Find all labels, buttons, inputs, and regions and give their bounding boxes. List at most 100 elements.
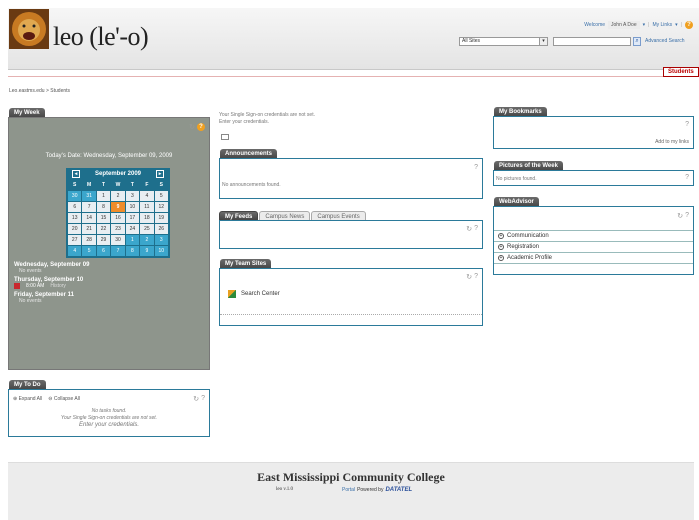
divider: | (648, 22, 650, 28)
advanced-search-link[interactable]: Advanced Search (645, 38, 684, 44)
calendar-day[interactable]: 11 (140, 202, 154, 212)
calendar-day[interactable]: 2 (140, 235, 154, 245)
class-event-icon (14, 283, 20, 289)
calendar-day[interactable]: 29 (96, 235, 111, 245)
help-icon[interactable]: ? (474, 273, 478, 281)
datatel-logo: DATATEL (385, 487, 413, 493)
webadvisor-item-academic-profile[interactable]: + Academic Profile (494, 253, 693, 264)
refresh-icon[interactable]: ↻ (189, 123, 195, 131)
calendar-day[interactable]: 30 (111, 235, 125, 245)
calendar-day[interactable]: 15 (96, 213, 111, 223)
today-date: Today's Date: Wednesday, September 09, 2… (45, 153, 173, 159)
calendar-day[interactable]: 10 (125, 202, 140, 212)
collapse-all-button[interactable]: ⊖ Collapse All (48, 396, 80, 402)
calendar-day[interactable]: 16 (111, 213, 125, 223)
calendar-day[interactable]: 4 (68, 246, 82, 256)
help-icon[interactable]: ? (474, 225, 478, 233)
refresh-icon[interactable]: ↻ (677, 212, 683, 220)
help-icon[interactable]: ? (685, 121, 689, 128)
calendar-day[interactable]: 9 (140, 246, 154, 256)
calendar-day[interactable]: 5 (154, 191, 168, 201)
calendar-day[interactable]: 18 (140, 213, 154, 223)
webadvisor-item-communication[interactable]: + Communication (494, 231, 693, 242)
calendar-day[interactable]: 25 (140, 224, 154, 234)
help-icon[interactable]: ? (685, 212, 689, 220)
refresh-icon[interactable]: ↻ (466, 225, 472, 233)
calendar-day[interactable]: 24 (125, 224, 140, 234)
help-icon[interactable]: ? (197, 123, 205, 131)
events-list: Wednesday, September 09 No events Thursd… (14, 261, 89, 307)
add-to-links[interactable]: Add to my links (655, 139, 689, 145)
calendar-day[interactable]: 20 (68, 224, 82, 234)
expand-icon[interactable]: + (498, 255, 504, 261)
search-icon[interactable]: ⌕ (633, 37, 641, 46)
user-menu-arrow-icon[interactable]: ▾ (643, 22, 646, 28)
event-name[interactable]: History (50, 283, 66, 289)
my-todo-portlet: ⊕ Expand All ⊖ Collapse All ↻ ? No tasks… (8, 389, 210, 437)
next-month-icon[interactable]: ▸ (156, 170, 164, 178)
user-name-menu[interactable]: John A Doe (608, 21, 640, 29)
calendar-day[interactable]: 17 (125, 213, 140, 223)
calendar-day[interactable]: 19 (154, 213, 168, 223)
refresh-icon[interactable]: ↻ (466, 273, 472, 281)
calendar-day[interactable]: 31 (82, 191, 96, 201)
help-icon[interactable]: ? (201, 395, 205, 403)
expand-all-button[interactable]: ⊕ Expand All (13, 396, 42, 402)
help-icon[interactable]: ? (685, 21, 693, 29)
calendar-day[interactable]: 23 (111, 224, 125, 234)
help-icon[interactable]: ? (474, 164, 478, 171)
calendar-day[interactable]: 30 (68, 191, 82, 201)
calendar-day[interactable]: 9 (111, 202, 125, 212)
calendar-day[interactable]: 7 (111, 246, 125, 256)
calendar-day[interactable]: 2 (111, 191, 125, 201)
my-links-menu[interactable]: My Links (652, 22, 672, 28)
my-links-arrow-icon[interactable]: ▾ (675, 22, 678, 28)
calendar-day[interactable]: 1 (96, 191, 111, 201)
enter-credentials-link[interactable]: Enter your credentials. (219, 119, 315, 126)
calendar-day[interactable]: 4 (140, 191, 154, 201)
portlet-controls: ↻ ? (466, 225, 478, 233)
lion-logo-icon (9, 9, 49, 49)
calendar-day[interactable]: 8 (96, 202, 111, 212)
calendar-day[interactable]: 8 (125, 246, 140, 256)
calendar-day[interactable]: 28 (82, 235, 96, 245)
calendar-day[interactable]: 5 (82, 246, 96, 256)
refresh-icon[interactable]: ↻ (193, 395, 199, 403)
breadcrumb[interactable]: Leo.eastms.edu > Students (9, 88, 70, 94)
no-events: No events (19, 268, 42, 274)
help-icon[interactable]: ? (685, 174, 689, 181)
expand-all-label: Expand All (18, 396, 43, 402)
expand-icon[interactable]: + (498, 244, 504, 250)
calendar-day[interactable]: 6 (68, 202, 82, 212)
site-footer: East Mississippi Community College leo v… (8, 462, 694, 520)
portal-label: Portal (342, 487, 356, 493)
calendar-day[interactable]: 13 (68, 213, 82, 223)
sites-select[interactable]: All Sites ▾ (459, 37, 548, 46)
calendar-day[interactable]: 12 (154, 202, 168, 212)
sites-select-value: All Sites (462, 38, 481, 44)
calendar-day[interactable]: 7 (82, 202, 96, 212)
calendar-day[interactable]: 3 (154, 235, 168, 245)
prev-month-icon[interactable]: ◂ (72, 170, 80, 178)
tab-students[interactable]: Students (663, 67, 699, 77)
no-pictures: No pictures found. (496, 176, 537, 182)
search-input[interactable] (553, 37, 631, 46)
portlet-controls: ? (474, 164, 478, 171)
calendar-day[interactable]: 27 (68, 235, 82, 245)
calendar-day[interactable]: 6 (96, 246, 111, 256)
webadvisor-item-registration[interactable]: + Registration (494, 242, 693, 253)
event-item[interactable]: 8:00 AM History (14, 283, 89, 289)
calendar-day[interactable]: 21 (82, 224, 96, 234)
mail-icon[interactable] (221, 134, 229, 140)
enter-credentials-link[interactable]: Enter your credentials. (9, 422, 209, 429)
calendar-dow: M (82, 180, 96, 190)
calendar-day[interactable]: 10 (154, 246, 168, 256)
calendar-day[interactable]: 26 (154, 224, 168, 234)
calendar-day[interactable]: 1 (125, 235, 140, 245)
calendar-day[interactable]: 22 (96, 224, 111, 234)
search-center-link[interactable]: Search Center (228, 290, 280, 298)
calendar-day[interactable]: 3 (125, 191, 140, 201)
chevron-down-icon[interactable]: ▾ (539, 38, 547, 45)
expand-icon[interactable]: + (498, 233, 504, 239)
calendar-day[interactable]: 14 (82, 213, 96, 223)
